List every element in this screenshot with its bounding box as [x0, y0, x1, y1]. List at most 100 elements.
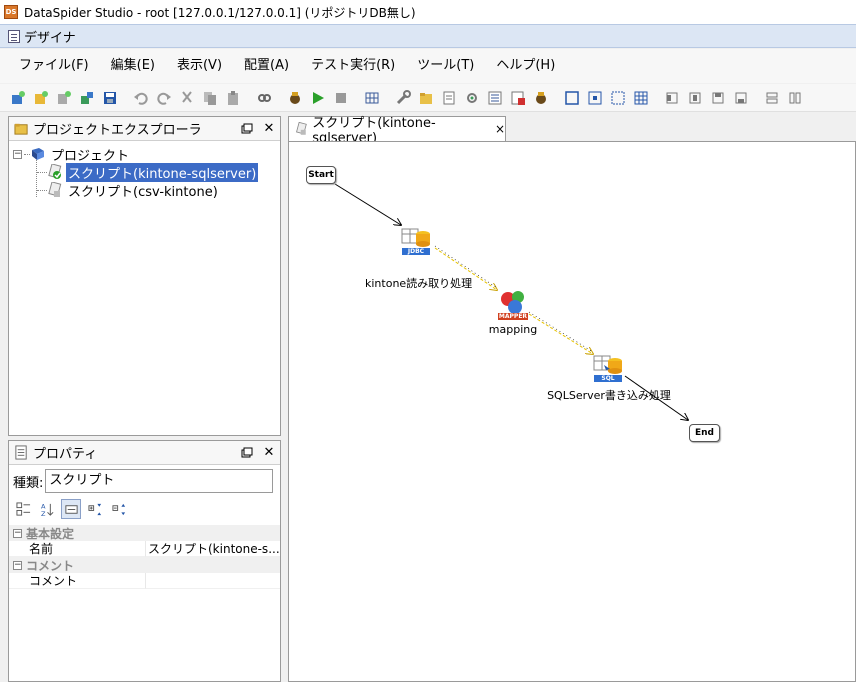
sql-write-icon[interactable]: SQL: [592, 351, 624, 383]
align-top-icon[interactable]: [708, 88, 727, 107]
tree-item-script-kintone-sqlserver[interactable]: スクリプト(kintone-sqlserver): [9, 162, 280, 182]
kintone-read-label[interactable]: kintone読み取り処理: [365, 275, 472, 291]
flow-start-to-read[interactable]: [334, 183, 401, 225]
align-box-icon[interactable]: [562, 88, 581, 107]
cut-icon[interactable]: [177, 88, 196, 107]
new-script-button[interactable]: [31, 88, 50, 107]
property-value[interactable]: スクリプト(kintone-s...: [145, 541, 280, 557]
align-center-icon[interactable]: [685, 88, 704, 107]
property-value[interactable]: [145, 573, 280, 589]
debug-icon[interactable]: [285, 88, 304, 107]
menu-edit[interactable]: 編集(E): [100, 54, 166, 78]
bug-icon[interactable]: [531, 88, 550, 107]
mapping-label[interactable]: mapping: [485, 323, 541, 336]
distribute-h-icon[interactable]: [785, 88, 804, 107]
property-key: コメント: [9, 573, 145, 589]
table-grid-icon[interactable]: [631, 88, 650, 107]
sort-az-icon[interactable]: AZ: [37, 499, 57, 519]
project-explorer-title: プロジェクトエクスプローラ: [33, 123, 202, 138]
restore-icon[interactable]: [236, 120, 258, 138]
property-row-comment[interactable]: コメント: [9, 573, 280, 589]
window-title: DataSpider Studio - root [127.0.0.1/127.…: [24, 5, 416, 20]
distribute-v-icon[interactable]: [762, 88, 781, 107]
paste-icon[interactable]: [223, 88, 242, 107]
category-label: 基本設定: [26, 526, 75, 541]
stop-icon[interactable]: [331, 88, 350, 107]
wrench-icon[interactable]: [393, 88, 412, 107]
align-left-icon[interactable]: [662, 88, 681, 107]
tree-item-label: スクリプト(csv-kintone): [68, 184, 218, 200]
properties-title: プロパティ: [33, 447, 98, 462]
category-basic-settings[interactable]: − 基本設定: [9, 525, 280, 541]
run-icon[interactable]: [308, 88, 327, 107]
script-editor: スクリプト(kintone-sqlserver) × Start JDBC ki…: [286, 116, 856, 682]
copy-icon[interactable]: [200, 88, 219, 107]
menu-help[interactable]: ヘルプ(H): [485, 54, 566, 78]
properties-icon: [13, 445, 29, 461]
find-icon[interactable]: [254, 88, 273, 107]
new-trigger-button[interactable]: [77, 88, 96, 107]
document-icon[interactable]: [439, 88, 458, 107]
sqlserver-write-label[interactable]: SQLServer書き込み処理: [543, 387, 675, 403]
collapse-icon[interactable]: −: [13, 528, 22, 538]
properties-header: プロパティ ✕: [9, 441, 280, 465]
grid-icon[interactable]: [362, 88, 381, 107]
folder-icon[interactable]: [416, 88, 435, 107]
property-key: 名前: [9, 541, 145, 557]
property-row-name[interactable]: 名前 スクリプト(kintone-s...: [9, 541, 280, 557]
categorized-view-icon[interactable]: [13, 499, 33, 519]
expand-all-icon[interactable]: [85, 499, 105, 519]
kind-label: 種類:: [13, 475, 44, 491]
menu-test-run[interactable]: テスト実行(R): [300, 54, 406, 78]
kind-field: スクリプト: [45, 469, 274, 493]
property-pages-icon[interactable]: [61, 499, 81, 519]
jdbc-read-icon[interactable]: JDBC: [400, 224, 432, 256]
menu-arrange[interactable]: 配置(A): [233, 54, 300, 78]
svg-text:Z: Z: [40, 510, 45, 517]
mapper-icon[interactable]: MAPPER: [496, 287, 530, 321]
tree-item-script-csv-kintone[interactable]: スクリプト(csv-kintone): [9, 181, 280, 200]
new-service-button[interactable]: [54, 88, 73, 107]
menu-view[interactable]: 表示(V): [166, 54, 233, 78]
script-valid-icon: [47, 163, 63, 180]
start-node[interactable]: Start: [306, 166, 336, 184]
kind-row: 種類: スクリプト: [9, 465, 280, 497]
redo-icon[interactable]: [154, 88, 173, 107]
project-icon: [30, 147, 46, 161]
close-icon[interactable]: ✕: [258, 120, 280, 138]
collapse-all-icon[interactable]: [109, 499, 129, 519]
collapse-icon[interactable]: −: [13, 149, 22, 159]
restore-icon[interactable]: [236, 444, 258, 462]
close-icon[interactable]: ✕: [258, 444, 280, 462]
jdbc-badge: JDBC: [402, 248, 430, 255]
tree-item-label: スクリプト(kintone-sqlserver): [66, 162, 259, 182]
mapper-badge: MAPPER: [498, 313, 528, 320]
app-icon: DS: [4, 5, 18, 19]
property-grid: − 基本設定 名前 スクリプト(kintone-s... − コメント コメント: [9, 525, 280, 589]
property-toolbar: AZ: [9, 497, 280, 521]
category-label: コメント: [26, 558, 75, 573]
align-bottom-icon[interactable]: [731, 88, 750, 107]
list-icon[interactable]: [485, 88, 504, 107]
menu-file[interactable]: ファイル(F): [8, 54, 100, 78]
project-tree: − プロジェクト スクリプト(kintone-sqlserver) スクリプト(…: [9, 141, 280, 200]
align-grid-icon[interactable]: [585, 88, 604, 107]
collapse-icon[interactable]: −: [13, 560, 22, 570]
save-icon[interactable]: [100, 88, 119, 107]
script-canvas[interactable]: Start JDBC kintone読み取り処理 MAPPER mapping …: [288, 141, 856, 682]
align-dots-icon[interactable]: [608, 88, 627, 107]
project-label: プロジェクト: [51, 148, 130, 164]
designer-bar: デザイナ: [0, 24, 856, 48]
menu-tools[interactable]: ツール(T): [406, 54, 485, 78]
delete-log-icon[interactable]: [508, 88, 527, 107]
category-comment[interactable]: − コメント: [9, 557, 280, 573]
undo-icon[interactable]: [131, 88, 150, 107]
new-project-button[interactable]: [8, 88, 27, 107]
settings-icon[interactable]: [462, 88, 481, 107]
flow-connections: [334, 183, 855, 681]
tab-close-icon[interactable]: ×: [495, 122, 505, 136]
tab-script-kintone-sqlserver[interactable]: スクリプト(kintone-sqlserver) ×: [288, 116, 506, 146]
end-node[interactable]: End: [689, 424, 720, 442]
script-icon: [47, 181, 63, 198]
tree-project-node[interactable]: − プロジェクト: [9, 145, 280, 164]
